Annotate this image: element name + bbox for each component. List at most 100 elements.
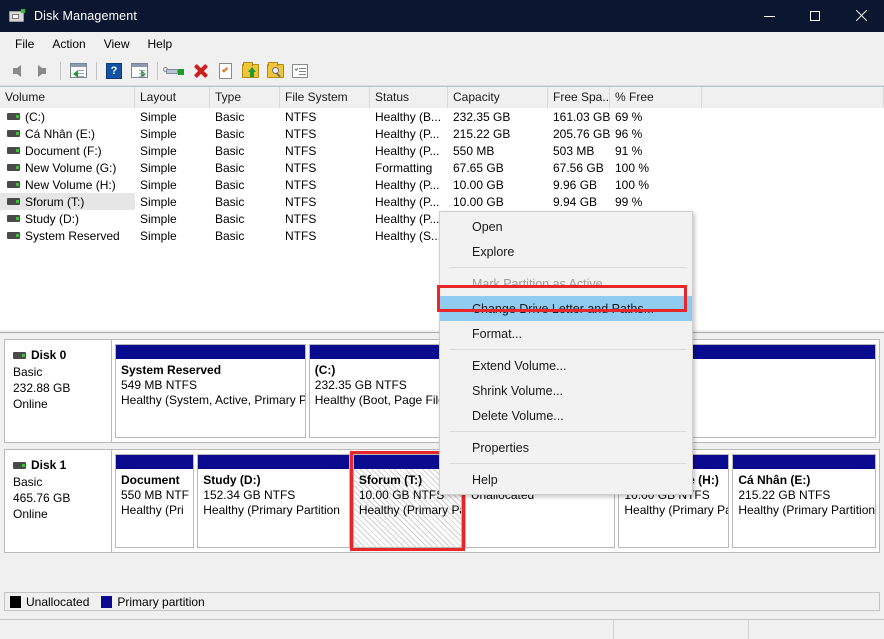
partition-color-bar <box>198 455 349 469</box>
cell-status: Healthy (P... <box>375 143 440 158</box>
minimize-button[interactable] <box>746 0 792 32</box>
toolbar-separator <box>157 61 158 80</box>
back-button[interactable] <box>5 59 29 83</box>
partition-status: Healthy (Primary Partition) <box>738 503 875 517</box>
context-menu-item-delete-volume[interactable]: Delete Volume... <box>440 403 692 428</box>
disk-info-panel[interactable]: Disk 1 Basic 465.76 GB Online <box>4 449 112 553</box>
context-menu-item-extend-volume[interactable]: Extend Volume... <box>440 353 692 378</box>
disk-info-panel[interactable]: Disk 0 Basic 232.88 GB Online <box>4 339 112 443</box>
export-list-button[interactable] <box>238 59 262 83</box>
maximize-button[interactable] <box>792 0 838 32</box>
column-header-type[interactable]: Type <box>210 87 280 108</box>
column-header-free-spa[interactable]: Free Spa... <box>548 87 610 108</box>
cell-file-system: NTFS <box>285 109 317 124</box>
menu-help[interactable]: Help <box>139 34 182 54</box>
cell-type: Basic <box>215 228 245 243</box>
context-menu-separator <box>450 349 686 350</box>
show-hide-action-pane-button[interactable] <box>127 59 151 83</box>
cell-percent-free: 91 % <box>615 143 643 158</box>
column-header--free[interactable]: % Free <box>610 87 702 108</box>
cell-layout: Simple <box>140 126 177 141</box>
delete-button[interactable] <box>188 59 212 83</box>
partition-block[interactable]: Document 550 MB NTF Healthy (Pri <box>115 454 195 548</box>
column-header-file-system[interactable]: File System <box>280 87 370 108</box>
column-header-volume[interactable]: Volume <box>0 87 135 108</box>
partition-block[interactable]: Cá Nhân (E:) 215.22 GB NTFS Healthy (Prima… <box>732 454 876 548</box>
help-button[interactable]: ? <box>102 59 126 83</box>
context-menu-item-format[interactable]: Format... <box>440 321 692 346</box>
cell-layout: Simple <box>140 194 177 209</box>
volume-name: Document (F:) <box>25 143 102 158</box>
partition-details: Cá Nhân (E:) 215.22 GB NTFS Healthy (Prima… <box>733 469 875 547</box>
partition-name: Cá Nhân (E:) <box>738 473 811 487</box>
table-row[interactable]: New Volume (H:) Simple Basic NTFS Healthy (P… <box>0 176 884 193</box>
table-row[interactable]: (C:) Simple Basic NTFS Healthy (B... 232.35 G… <box>0 108 884 125</box>
menu-view[interactable]: View <box>95 34 139 54</box>
partition-size-fs: 550 MB NTF <box>121 488 190 502</box>
toolbar-separator <box>60 61 61 80</box>
status-pane-two <box>614 620 749 639</box>
cell-file-system: NTFS <box>285 143 317 158</box>
cell-capacity: 67.65 GB <box>453 160 504 175</box>
context-menu-item-explore[interactable]: Explore <box>440 239 692 264</box>
partition-color-bar <box>116 345 305 359</box>
back-arrow-icon <box>13 64 21 77</box>
context-menu-item-properties[interactable]: Properties <box>440 435 692 460</box>
volume-name: New Volume (H:) <box>25 177 116 192</box>
cell-file-system: NTFS <box>285 228 317 243</box>
drive-icon <box>7 181 20 188</box>
context-menu-item-mark-partition-as-active: Mark Partition as Active <box>472 276 603 291</box>
partition-block[interactable]: System Reserved 549 MB NTFS Healthy (Syste… <box>115 344 306 438</box>
volume-name: New Volume (G:) <box>25 160 117 175</box>
column-header-blank[interactable] <box>702 87 884 108</box>
table-row[interactable]: Cá Nhân (E:) Simple Basic NTFS Healthy (P...… <box>0 125 884 142</box>
table-row[interactable]: New Volume (G:) Simple Basic NTFS Formatting… <box>0 159 884 176</box>
search-button[interactable] <box>263 59 287 83</box>
forward-arrow-icon <box>38 64 46 77</box>
legend-label: Unallocated <box>26 594 90 609</box>
cell-type: Basic <box>215 211 245 226</box>
properties-document-icon <box>218 62 232 79</box>
volume-cell: System Reserved <box>0 227 135 244</box>
disk-title: Disk 0 <box>13 347 111 363</box>
context-menu-item-help[interactable]: Help <box>440 467 692 492</box>
partition-block[interactable] <box>679 344 876 438</box>
cell-layout: Simple <box>140 143 177 158</box>
forward-button[interactable] <box>30 59 54 83</box>
volume-cell: Sforum (T:) <box>0 193 135 210</box>
cell-percent-free: 96 % <box>615 126 643 141</box>
properties-button[interactable] <box>213 59 237 83</box>
cell-free-space: 9.94 GB <box>553 194 598 209</box>
rescan-disks-button[interactable] <box>163 59 187 83</box>
cell-capacity: 10.00 GB <box>453 177 504 192</box>
status-bar <box>0 619 884 639</box>
context-menu-item-shrink-volume[interactable]: Shrink Volume... <box>440 378 692 403</box>
menu-file[interactable]: File <box>6 34 43 54</box>
column-header-layout[interactable]: Layout <box>135 87 210 108</box>
search-folder-icon <box>266 61 284 78</box>
menu-action[interactable]: Action <box>43 34 94 54</box>
list-view-button[interactable] <box>288 59 312 83</box>
table-row[interactable]: Sforum (T:) Simple Basic NTFS Healthy (P... 1… <box>0 193 884 210</box>
context-menu-item-open[interactable]: Open <box>440 214 692 239</box>
close-button[interactable] <box>838 0 884 32</box>
cell-layout: Simple <box>140 228 177 243</box>
cell-free-space: 9.96 GB <box>553 177 598 192</box>
context-menu-separator <box>450 267 686 268</box>
context-menu-item-change-drive-letter-and-paths[interactable]: Change Drive Letter and Paths... <box>440 296 692 321</box>
column-header-capacity[interactable]: Capacity <box>448 87 548 108</box>
column-header-status[interactable]: Status <box>370 87 448 108</box>
show-hide-console-tree-button[interactable] <box>66 59 90 83</box>
disk-title: Disk 1 <box>13 457 111 473</box>
cell-type: Basic <box>215 160 245 175</box>
table-row[interactable]: Document (F:) Simple Basic NTFS Healthy (P..… <box>0 142 884 159</box>
cell-type: Basic <box>215 126 245 141</box>
cell-status: Healthy (P... <box>375 126 440 141</box>
status-pane-three <box>749 620 884 639</box>
disk-size: 465.76 GB <box>13 491 71 505</box>
partition-block[interactable]: Study (D:) 152.34 GB NTFS Healthy (Primary… <box>197 454 350 548</box>
cell-capacity: 232.35 GB <box>453 109 511 124</box>
show-hide-console-tree-icon <box>69 63 87 78</box>
disk-state: Online <box>13 397 48 411</box>
partition-name: Document <box>121 473 180 487</box>
